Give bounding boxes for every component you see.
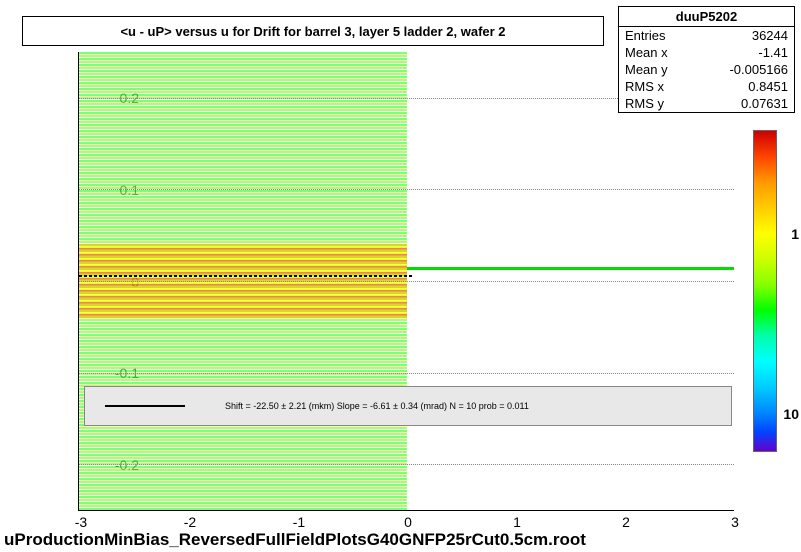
stats-value: -1.41 — [758, 45, 788, 60]
x-tick-label: 3 — [720, 514, 750, 530]
stats-name: duuP5202 — [619, 7, 794, 27]
plot-area: Shift = -22.50 ± 2.21 (mkm) Slope = -6.6… — [78, 52, 734, 511]
colorbar-tick: 10 — [783, 406, 799, 422]
stats-label: Mean x — [625, 45, 668, 60]
chart-title-box: <u - uP> versus u for Drift for barrel 3… — [22, 16, 604, 46]
colorbar — [753, 130, 777, 452]
stats-value: -0.005166 — [729, 62, 788, 77]
fit-text: Shift = -22.50 ± 2.21 (mkm) Slope = -6.6… — [225, 401, 529, 411]
x-tick-label: 2 — [611, 514, 641, 530]
stats-row-rmsy: RMS y 0.07631 — [619, 95, 794, 112]
fit-legend-line — [105, 405, 185, 407]
stats-label: RMS y — [625, 96, 664, 111]
fit-annotation-box: Shift = -22.50 ± 2.21 (mkm) Slope = -6.6… — [84, 386, 732, 426]
gridline — [79, 464, 734, 465]
stats-row-meanx: Mean x -1.41 — [619, 44, 794, 61]
gridline — [79, 373, 734, 374]
stats-value: 0.8451 — [748, 79, 788, 94]
fit-line — [407, 267, 735, 270]
stats-box: duuP5202 Entries 36244 Mean x -1.41 Mean… — [618, 6, 795, 113]
stats-label: Entries — [625, 28, 665, 43]
x-tick-label: -2 — [175, 514, 205, 530]
x-tick-label: 0 — [393, 514, 423, 530]
x-tick-label: -3 — [66, 514, 96, 530]
stats-label: RMS x — [625, 79, 664, 94]
colorbar-tick: 1 — [791, 226, 799, 242]
x-tick-label: 1 — [502, 514, 532, 530]
stats-label: Mean y — [625, 62, 668, 77]
stats-row-rmsx: RMS x 0.8451 — [619, 78, 794, 95]
chart-title: <u - uP> versus u for Drift for barrel 3… — [120, 24, 505, 39]
gridline — [79, 189, 734, 190]
stats-row-entries: Entries 36244 — [619, 27, 794, 44]
chart-container: <u - uP> versus u for Drift for barrel 3… — [0, 0, 801, 552]
gridline — [79, 281, 734, 282]
stats-row-meany: Mean y -0.005166 — [619, 61, 794, 78]
stats-value: 0.07631 — [741, 96, 788, 111]
x-tick-label: -1 — [284, 514, 314, 530]
profile-points — [79, 272, 413, 280]
footer-filename: uProductionMinBias_ReversedFullFieldPlot… — [4, 530, 586, 550]
stats-value: 36244 — [752, 28, 788, 43]
